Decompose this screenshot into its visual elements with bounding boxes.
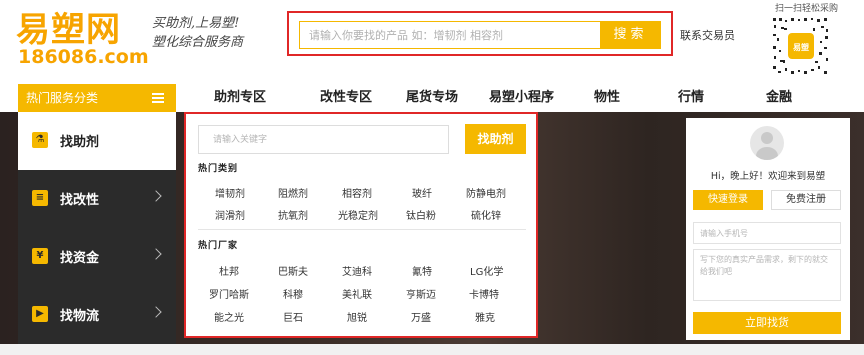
- main-nav: 热门服务分类 助剂专区 改性专区 尾货专场 易塑小程序 物性 行情 金融: [0, 84, 864, 112]
- hot-vendors-title: 热门厂家: [198, 241, 239, 251]
- truck-icon: ▶: [32, 306, 48, 322]
- slogan-line-1: 买助剂,上易塑!: [152, 16, 240, 31]
- search-button[interactable]: 搜索: [600, 21, 661, 49]
- service-category-menu[interactable]: 热门服务分类: [18, 84, 176, 112]
- nav-item-market[interactable]: 行情: [678, 84, 704, 112]
- chevron-right-icon: [150, 306, 162, 318]
- search-input[interactable]: [300, 22, 600, 48]
- hot-vendor-link[interactable]: 罗门哈斯: [209, 286, 249, 301]
- hot-vendor-link[interactable]: 杜邦: [219, 263, 239, 278]
- sidebar-item-find-funding[interactable]: ¥ 找资金: [18, 228, 176, 286]
- additive-search-panel: 找助剂 热门类别 增韧剂 阻燃剂 相容剂 玻纤 防静电剂 润滑剂 抗氧剂 光稳定…: [184, 112, 538, 338]
- logo-domain: 186086.com: [18, 46, 149, 68]
- nav-item-tail-goods[interactable]: 尾货专场: [406, 84, 458, 112]
- hot-vendor-link[interactable]: 亨斯迈: [406, 286, 436, 301]
- hot-category-link[interactable]: 相容剂: [342, 185, 372, 200]
- hot-category-link[interactable]: 光稳定剂: [338, 207, 378, 222]
- hot-vendor-link[interactable]: 科穆: [283, 286, 303, 301]
- flask-icon: ⚗: [32, 132, 48, 148]
- find-goods-button[interactable]: 立即找货: [693, 312, 841, 334]
- hot-vendor-link[interactable]: 巴斯夫: [278, 263, 308, 278]
- slogan: 买助剂,上易塑! 塑化综合服务商: [152, 14, 282, 52]
- hot-category-link[interactable]: 硫化锌: [471, 207, 501, 222]
- nav-item-finance[interactable]: 金融: [766, 84, 792, 112]
- free-register-button[interactable]: 免费注册: [771, 190, 841, 210]
- svg-text:易塑: 易塑: [793, 42, 809, 52]
- site-header: 易塑网 186086.com 买助剂,上易塑! 塑化综合服务商 搜索 联系交易员…: [0, 0, 864, 84]
- logo-text: 易塑网: [16, 10, 121, 50]
- hot-vendor-link[interactable]: 卡博特: [469, 286, 499, 301]
- hot-vendor-link[interactable]: 艾迪科: [342, 263, 372, 278]
- hot-vendor-link[interactable]: 能之光: [214, 309, 244, 324]
- sidebar-item-label: 找资金: [60, 251, 100, 266]
- avatar: [750, 126, 784, 160]
- nav-item-properties[interactable]: 物性: [594, 84, 620, 112]
- hot-vendor-link[interactable]: 巨石: [283, 309, 303, 324]
- service-sidebar: ⚗ 找助剂 ≡ 找改性 ¥ 找资金 ▶ 找物流: [18, 112, 176, 344]
- hot-vendor-link[interactable]: 雅克: [475, 309, 495, 324]
- search-field-wrap: [299, 21, 601, 49]
- nav-item-mini-program[interactable]: 易塑小程序: [489, 84, 554, 112]
- qr-caption: 扫一扫轻松采购: [775, 4, 839, 14]
- chevron-right-icon: [150, 190, 162, 202]
- hot-categories-title: 热门类别: [198, 164, 239, 174]
- hot-category-link[interactable]: 增韧剂: [215, 185, 245, 200]
- hot-category-link[interactable]: 润滑剂: [215, 207, 245, 222]
- phone-input[interactable]: [693, 222, 841, 244]
- hot-category-link[interactable]: 钛白粉: [406, 207, 436, 222]
- hot-category-link[interactable]: 阻燃剂: [278, 185, 308, 200]
- hot-category-link[interactable]: 防静电剂: [466, 185, 506, 200]
- section-divider: [198, 229, 526, 230]
- sidebar-item-label: 找改性: [60, 193, 100, 208]
- money-bag-icon: ¥: [32, 248, 48, 264]
- hot-vendor-link[interactable]: 氰特: [412, 263, 432, 278]
- hot-vendor-link[interactable]: LG化学: [470, 263, 503, 278]
- hot-vendor-link[interactable]: 美礼联: [342, 286, 372, 301]
- welcome-greeting: Hi，晚上好！欢迎来到易塑: [710, 171, 826, 182]
- search-highlight-box: 搜索: [287, 11, 673, 56]
- sidebar-item-find-logistics[interactable]: ▶ 找物流: [18, 286, 176, 344]
- page-bottom-strip: [0, 344, 864, 355]
- contact-trader-link[interactable]: 联系交易员: [680, 27, 735, 43]
- keyword-input[interactable]: [198, 125, 449, 154]
- sidebar-item-label: 找助剂: [60, 135, 100, 150]
- hot-vendor-link[interactable]: 旭锐: [347, 309, 367, 324]
- hot-vendor-link[interactable]: 万盛: [411, 309, 431, 324]
- sidebar-item-find-modified[interactable]: ≡ 找改性: [18, 170, 176, 228]
- nav-item-additives[interactable]: 助剂专区: [214, 84, 266, 112]
- chevron-right-icon: [150, 248, 162, 260]
- quick-login-button[interactable]: 快速登录: [693, 190, 763, 210]
- find-additive-button[interactable]: 找助剂: [465, 124, 526, 154]
- sidebar-item-label: 找物流: [60, 309, 100, 324]
- qr-code-icon: 易塑: [771, 16, 831, 76]
- hot-category-link[interactable]: 玻纤: [412, 185, 432, 200]
- demand-textarea[interactable]: [693, 249, 841, 301]
- login-panel: Hi，晚上好！欢迎来到易塑 快速登录 免费注册 立即找货: [686, 118, 850, 340]
- hamburger-menu-icon: [152, 93, 164, 103]
- sidebar-item-find-additive[interactable]: ⚗ 找助剂: [18, 112, 176, 170]
- nav-item-modified[interactable]: 改性专区: [320, 84, 372, 112]
- site-logo[interactable]: 易塑网 186086.com: [16, 10, 149, 67]
- document-icon: ≡: [32, 190, 48, 206]
- hot-category-link[interactable]: 抗氧剂: [278, 207, 308, 222]
- service-category-label: 热门服务分类: [26, 91, 99, 105]
- slogan-line-2: 塑化综合服务商: [152, 35, 244, 50]
